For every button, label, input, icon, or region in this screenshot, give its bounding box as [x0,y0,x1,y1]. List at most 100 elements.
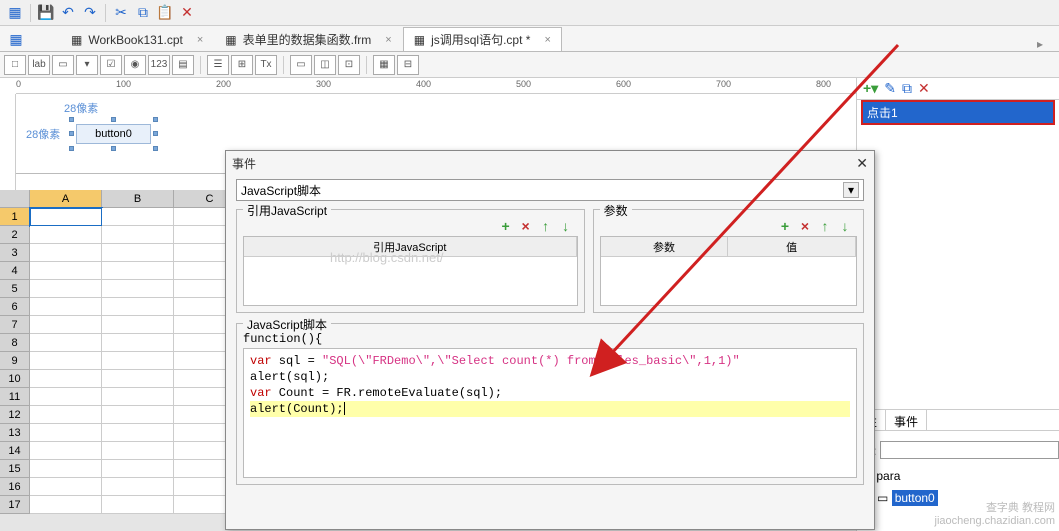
cell[interactable] [102,496,174,514]
cell[interactable] [102,298,174,316]
paste-icon[interactable]: 📋 [154,2,176,24]
rp-tab-event[interactable]: 事件 [886,410,927,430]
row-header-1[interactable]: 1 [0,208,30,226]
event-item-click1[interactable]: 点击1 [863,102,1053,123]
dialog-titlebar[interactable]: 事件 ✕ [226,151,874,175]
param-table[interactable]: 参数 值 [600,236,857,306]
code-editor[interactable]: var sql = "SQL(\"FRDemo\",\"Select count… [243,348,857,478]
close-icon[interactable]: × [544,34,550,46]
widget-tree-icon[interactable]: ⊞ [231,55,253,75]
cell[interactable] [102,316,174,334]
row-header-9[interactable]: 9 [0,352,30,370]
cell[interactable] [102,388,174,406]
cell[interactable] [30,262,102,280]
cell[interactable] [102,352,174,370]
cell[interactable] [30,424,102,442]
row-header-3[interactable]: 3 [0,244,30,262]
remove-icon[interactable]: × [797,218,813,234]
tab-workbook131[interactable]: ▦ WorkBook131.cpt × [60,27,214,51]
up-icon[interactable]: ↑ [538,218,554,234]
widget-check-icon[interactable]: ☑ [100,55,122,75]
cell[interactable] [102,460,174,478]
row-header-15[interactable]: 15 [0,460,30,478]
widget-tx-icon[interactable]: Tx [255,55,277,75]
widget-card-icon[interactable]: ▭ [290,55,312,75]
widget-combo-icon[interactable]: ▾ [76,55,98,75]
row-header-12[interactable]: 12 [0,406,30,424]
cell[interactable] [30,208,102,226]
tab-form-dataset[interactable]: ▦ 表单里的数据集函数.frm × [214,27,402,51]
row-header-11[interactable]: 11 [0,388,30,406]
widget-misc2-icon[interactable]: ⊟ [397,55,419,75]
cell[interactable] [30,244,102,262]
row-header-6[interactable]: 6 [0,298,30,316]
copy-icon[interactable]: ⧉ [132,2,154,24]
row-header-4[interactable]: 4 [0,262,30,280]
add-event-icon[interactable]: +▾ [863,80,878,97]
cell[interactable] [102,208,174,226]
cell[interactable] [102,406,174,424]
copy-icon[interactable]: ⧉ [902,80,912,97]
row-header-5[interactable]: 5 [0,280,30,298]
chevron-down-icon[interactable]: ▾ [843,182,859,198]
component-tree[interactable]: 🗀 para ▭ button0 [861,467,1055,527]
add-icon[interactable]: + [777,218,793,234]
widget-label-icon[interactable]: lab [28,55,50,75]
redo-icon[interactable]: ↷ [79,2,101,24]
cell[interactable] [102,442,174,460]
cell[interactable] [102,262,174,280]
widget-misc1-icon[interactable]: ▦ [373,55,395,75]
remove-icon[interactable]: ✕ [918,80,930,97]
cell[interactable] [102,226,174,244]
col-header-a[interactable]: A [30,190,102,208]
widget-abs-icon[interactable]: ⊡ [338,55,360,75]
cell[interactable] [30,406,102,424]
tab-overflow-icon[interactable]: ▸ [1037,37,1059,51]
widget-text-icon[interactable]: □ [4,55,26,75]
row-header-10[interactable]: 10 [0,370,30,388]
row-header-13[interactable]: 13 [0,424,30,442]
new-icon[interactable]: ▦ [4,2,26,24]
cell[interactable] [30,478,102,496]
row-header-17[interactable]: 17 [0,496,30,514]
tree-node-button0[interactable]: button0 [892,490,938,506]
script-type-combo[interactable]: JavaScript脚本 ▾ [236,179,864,201]
widget-date-icon[interactable]: ▤ [172,55,194,75]
cell[interactable] [102,244,174,262]
cell[interactable] [30,388,102,406]
col-header-b[interactable]: B [102,190,174,208]
import-js-table[interactable]: 引用JavaScript [243,236,578,306]
cell[interactable] [102,370,174,388]
search-input[interactable] [880,441,1059,459]
widget-tab-icon[interactable]: ◫ [314,55,336,75]
cell[interactable] [102,424,174,442]
close-icon[interactable]: × [385,34,391,46]
cut-icon[interactable]: ✂ [110,2,132,24]
cell[interactable] [102,280,174,298]
cell[interactable] [30,496,102,514]
cell[interactable] [30,370,102,388]
down-icon[interactable]: ↓ [558,218,574,234]
cell[interactable] [30,226,102,244]
up-icon[interactable]: ↑ [817,218,833,234]
widget-button-icon[interactable]: ▭ [52,55,74,75]
widget-list-icon[interactable]: ☰ [207,55,229,75]
tree-root[interactable]: para [876,469,900,483]
cell[interactable] [30,316,102,334]
cell[interactable] [30,442,102,460]
cell[interactable] [30,460,102,478]
save-icon[interactable]: 💾 [35,2,57,24]
undo-icon[interactable]: ↶ [57,2,79,24]
cell[interactable] [30,280,102,298]
row-header-7[interactable]: 7 [0,316,30,334]
cell[interactable] [30,352,102,370]
delete-icon[interactable]: ✕ [176,2,198,24]
close-icon[interactable]: ✕ [856,155,868,172]
widget-number-icon[interactable]: 123 [148,55,170,75]
cell[interactable] [30,298,102,316]
widget-radio-icon[interactable]: ◉ [124,55,146,75]
row-header-14[interactable]: 14 [0,442,30,460]
down-icon[interactable]: ↓ [837,218,853,234]
cell[interactable] [102,478,174,496]
grid-icon[interactable]: ▦ [4,28,28,50]
